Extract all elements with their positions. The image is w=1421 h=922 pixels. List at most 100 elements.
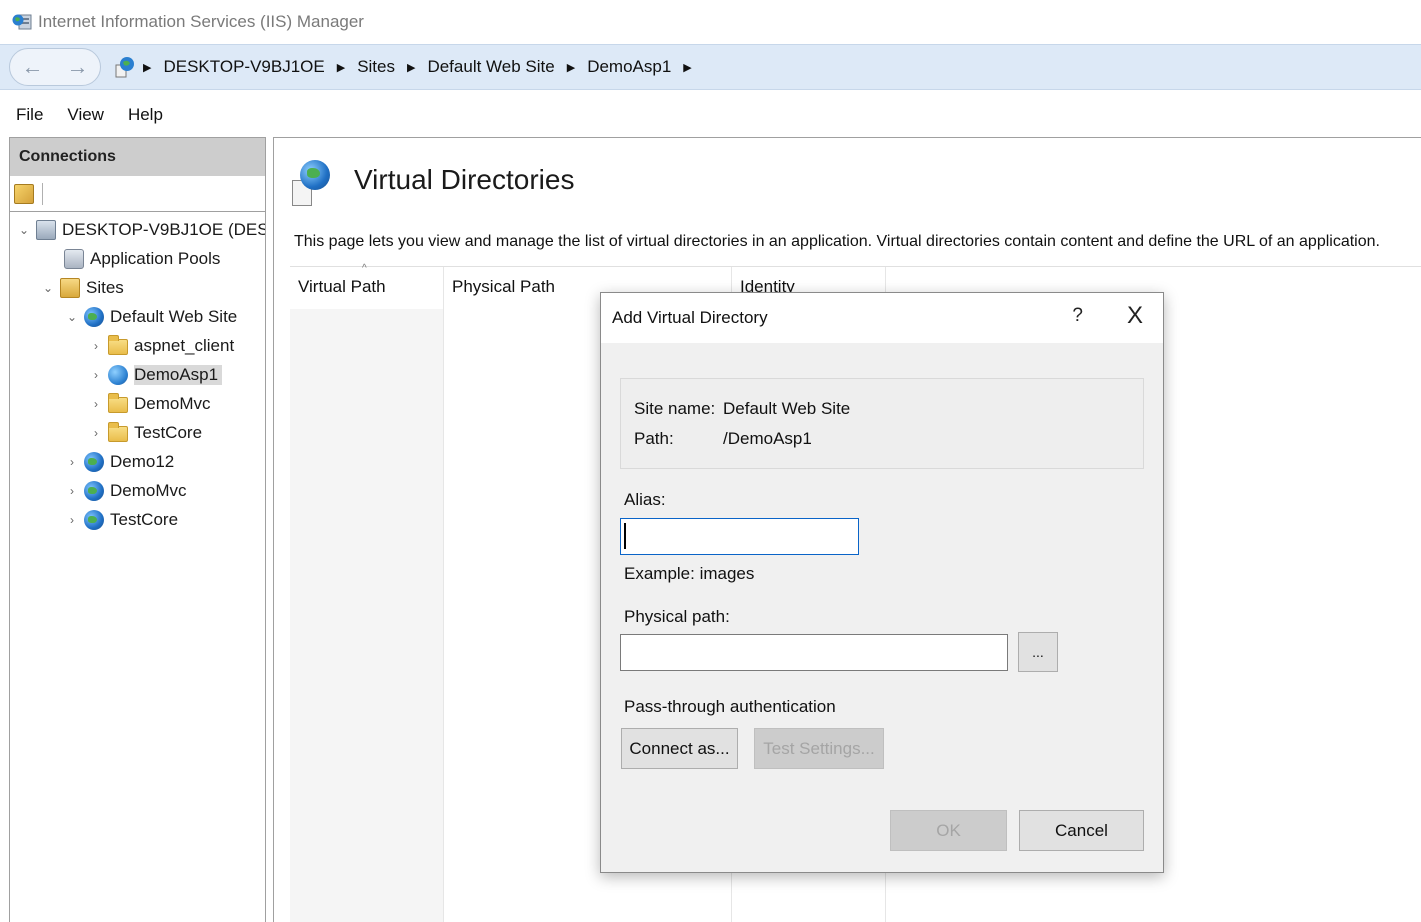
- connections-toolbar: [10, 176, 265, 212]
- folder-icon: [108, 393, 128, 413]
- expand-chevron-icon[interactable]: ›: [64, 513, 80, 527]
- breadcrumb-separator-icon[interactable]: ▶: [683, 61, 691, 74]
- site-name-label: Site name:: [634, 399, 716, 418]
- test-settings-button[interactable]: Test Settings...: [754, 728, 884, 769]
- tree-item-demomvc-folder[interactable]: › DemoMvc: [88, 390, 211, 418]
- expand-chevron-icon[interactable]: ›: [64, 455, 80, 469]
- column-header-virtual-path[interactable]: Virtual Path: [298, 277, 386, 297]
- sorted-column-shade: [290, 309, 443, 922]
- expand-chevron-icon[interactable]: ›: [88, 397, 104, 411]
- breadcrumb-separator-icon: ▶: [336, 61, 346, 74]
- tree-item-label: Default Web Site: [110, 307, 238, 326]
- cancel-button[interactable]: Cancel: [1019, 810, 1144, 851]
- page-title: Virtual Directories: [354, 164, 575, 195]
- physical-path-label: Physical path:: [624, 607, 730, 626]
- breadcrumb: ▶ DESKTOP-V9BJ1OE ▶ Sites ▶ Default Web …: [115, 44, 704, 90]
- site-name-value: Default Web Site: [723, 399, 851, 418]
- close-icon[interactable]: X: [1127, 302, 1143, 330]
- tree-item-testcore-folder[interactable]: › TestCore: [88, 419, 202, 447]
- expand-chevron-icon[interactable]: ⌄: [64, 310, 80, 324]
- menu-view[interactable]: View: [67, 105, 104, 125]
- breadcrumb-default-web-site[interactable]: Default Web Site: [427, 57, 554, 77]
- ok-button[interactable]: OK: [890, 810, 1007, 851]
- column-virtual-path: ^ Virtual Path: [290, 263, 444, 922]
- menu-bar: File View Help: [0, 96, 1421, 134]
- globe-icon: [84, 307, 104, 327]
- expand-chevron-icon[interactable]: ⌄: [40, 281, 56, 295]
- browse-button[interactable]: ...: [1018, 632, 1058, 672]
- tree-item-default-web-site[interactable]: ⌄ Default Web Site: [64, 303, 237, 331]
- sites-icon: [60, 278, 80, 298]
- folder-icon: [108, 335, 128, 355]
- app-pools-icon: [64, 249, 84, 269]
- tree-item-label: TestCore: [110, 510, 179, 529]
- path-value: /DemoAsp1: [723, 429, 812, 448]
- application-icon: [108, 365, 128, 385]
- connect-as-button[interactable]: Connect as...: [621, 728, 738, 769]
- tree-item-label: DESKTOP-V9BJ1OE (DESKTOP-: [62, 220, 266, 239]
- globe-icon: [84, 510, 104, 530]
- toolbar-divider: [42, 182, 43, 205]
- forward-arrow-icon[interactable]: →: [60, 54, 96, 80]
- site-info-box: Site name: Default Web Site Path: /DemoA…: [620, 378, 1144, 469]
- pass-through-auth-label: Pass-through authentication: [624, 697, 836, 716]
- dialog-titlebar: Add Virtual Directory ? X: [601, 293, 1163, 343]
- tree-item-label: Demo12: [110, 452, 175, 471]
- breadcrumb-server[interactable]: DESKTOP-V9BJ1OE: [163, 57, 324, 77]
- page-description: This page lets you view and manage the l…: [294, 233, 1380, 250]
- alias-input[interactable]: [620, 518, 859, 555]
- column-header-physical-path[interactable]: Physical Path: [452, 277, 555, 297]
- physical-path-input[interactable]: [620, 634, 1008, 671]
- tree-item-label: aspnet_client: [134, 336, 235, 355]
- path-label: Path:: [634, 429, 674, 448]
- iis-manager-icon: [12, 13, 32, 31]
- menu-help[interactable]: Help: [128, 105, 163, 125]
- back-arrow-icon[interactable]: ←: [15, 54, 51, 80]
- window-title: Internet Information Services (IIS) Mana…: [38, 12, 364, 31]
- address-bar: ← → ▶ DESKTOP-V9BJ1OE ▶ Sites ▶ Default …: [0, 44, 1421, 90]
- dialog-title: Add Virtual Directory: [612, 308, 768, 327]
- tree-item-server[interactable]: ⌄ DESKTOP-V9BJ1OE (DESKTOP-: [16, 216, 266, 244]
- expand-chevron-icon[interactable]: ›: [88, 426, 104, 440]
- tree-item-label: DemoMvc: [134, 394, 211, 413]
- tree-item-demomvc-site[interactable]: › DemoMvc: [64, 477, 187, 505]
- breadcrumb-separator-icon: ▶: [566, 61, 576, 74]
- tree-item-application-pools[interactable]: Application Pools: [44, 245, 220, 273]
- alias-example-hint: Example: images: [624, 564, 755, 583]
- breadcrumb-sites[interactable]: Sites: [357, 57, 395, 77]
- connections-header: Connections: [10, 138, 265, 176]
- connections-pane: Connections ⌄ DESKTOP-V9BJ1OE (DESKTOP- …: [9, 137, 266, 922]
- help-icon[interactable]: ?: [1072, 305, 1083, 327]
- virtual-directories-icon: [292, 160, 330, 208]
- create-connection-icon[interactable]: [14, 183, 34, 204]
- tree-item-label: Application Pools: [90, 249, 221, 268]
- tree-item-sites[interactable]: ⌄ Sites: [40, 274, 124, 302]
- menu-file[interactable]: File: [16, 105, 43, 125]
- tree-item-label: DemoMvc: [110, 481, 187, 500]
- tree-item-label: DemoAsp1: [134, 365, 223, 385]
- breadcrumb-separator-icon: ▶: [143, 61, 152, 74]
- tree-item-testcore-site[interactable]: › TestCore: [64, 506, 178, 534]
- expand-chevron-icon[interactable]: ›: [88, 368, 104, 382]
- navigation-buttons: ← →: [9, 48, 101, 86]
- tree-item-label: Sites: [86, 278, 124, 297]
- application-icon[interactable]: [115, 56, 135, 78]
- connections-tree: ⌄ DESKTOP-V9BJ1OE (DESKTOP- Application …: [10, 212, 265, 530]
- expand-chevron-icon[interactable]: ›: [88, 339, 104, 353]
- tree-item-demoasp1[interactable]: › DemoAsp1: [88, 361, 223, 389]
- expand-chevron-icon[interactable]: ›: [64, 484, 80, 498]
- add-virtual-directory-dialog: Add Virtual Directory ? X Site name: Def…: [600, 292, 1164, 873]
- breadcrumb-separator-icon: ▶: [406, 61, 416, 74]
- tree-item-aspnet-client[interactable]: › aspnet_client: [88, 332, 234, 360]
- expand-chevron-icon[interactable]: ⌄: [16, 223, 32, 237]
- globe-icon: [84, 481, 104, 501]
- tree-item-demo12[interactable]: › Demo12: [64, 448, 174, 476]
- tree-item-label: TestCore: [134, 423, 203, 442]
- globe-icon: [84, 452, 104, 472]
- folder-icon: [108, 422, 128, 442]
- sort-ascending-icon: ^: [362, 263, 367, 274]
- breadcrumb-demoasp1[interactable]: DemoAsp1: [587, 57, 671, 77]
- alias-label: Alias:: [624, 490, 666, 509]
- window-titlebar: Internet Information Services (IIS) Mana…: [0, 0, 1421, 44]
- server-icon: [36, 220, 56, 240]
